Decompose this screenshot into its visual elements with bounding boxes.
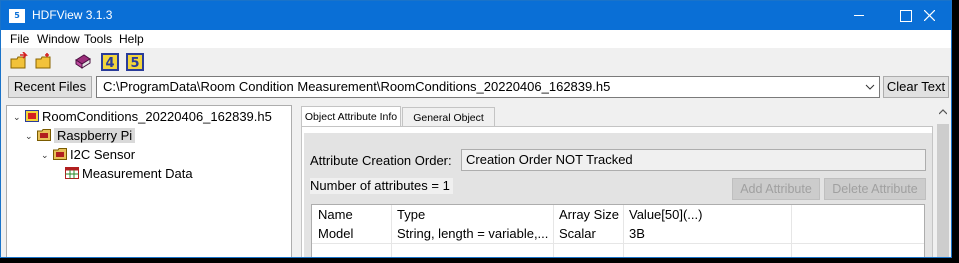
path-bar: Recent Files C:\ProgramData\Room Conditi… [1, 75, 951, 101]
object-info-panel: Object Attribute Info General Object Inf… [299, 105, 951, 257]
expander-icon[interactable]: ⌄ [25, 127, 37, 145]
clear-text-button[interactable]: Clear Text [883, 76, 949, 98]
creation-order-label: Attribute Creation Order: [310, 153, 452, 168]
close-icon [924, 10, 935, 21]
expander-icon[interactable]: ⌄ [13, 108, 25, 126]
column-divider [791, 205, 792, 257]
tree-item-raspberry-pi[interactable]: ⌄ Raspberry Pi [25, 127, 136, 145]
recent-files-button[interactable]: Recent Files [8, 76, 92, 98]
menu-file[interactable]: File [10, 32, 29, 46]
svg-text:4: 4 [105, 56, 114, 71]
table-cell[interactable]: Model [312, 224, 391, 243]
row-divider [312, 243, 924, 244]
tree-item-label: I2C Sensor [70, 147, 136, 162]
scrollbar-thumb[interactable] [937, 124, 949, 257]
chevron-down-icon[interactable] [865, 77, 875, 97]
tab-content: Attribute Creation Order: Creation Order… [301, 126, 933, 257]
vertical-scrollbar[interactable] [935, 105, 951, 257]
file-path-value: C:\ProgramData\Room Condition Measuremen… [103, 79, 611, 94]
menu-tools[interactable]: Tools [84, 32, 112, 46]
hdf4-library-button[interactable]: 4 [100, 52, 120, 72]
svg-text:5: 5 [130, 56, 139, 71]
tree-item-label: Raspberry Pi [54, 128, 136, 143]
close-button[interactable] [907, 1, 951, 30]
open-file-button[interactable] [9, 51, 29, 72]
open-folder-button[interactable] [34, 52, 54, 72]
scroll-up-icon[interactable] [939, 109, 947, 115]
hdfview-app-icon: 5 [9, 9, 25, 23]
file-tree: ⌄ RoomConditions_20220406_162839.h5 ⌄ Ra… [6, 105, 292, 257]
table-cell[interactable]: 3B [623, 224, 791, 243]
menu-help[interactable]: Help [119, 32, 144, 46]
dataset-table-icon [65, 167, 79, 179]
tree-item-label: RoomConditions_20220406_162839.h5 [42, 109, 272, 124]
hdf5-library-icon: 5 [126, 53, 144, 71]
panel-splitter[interactable] [294, 105, 297, 257]
attribute-count: Number of attributes = 1 [310, 178, 453, 194]
hdfview-window: 5 HDFView 3.1.3 File Window Tools Help 4… [0, 0, 952, 258]
file-path-combo[interactable]: C:\ProgramData\Room Condition Measuremen… [96, 76, 880, 98]
hdf5-library-button[interactable]: 5 [125, 52, 145, 72]
tab-object-attribute-info[interactable]: Object Attribute Info [301, 106, 401, 127]
hdf4-library-icon: 4 [101, 53, 119, 71]
user-guide-button[interactable] [73, 52, 93, 72]
column-header-type[interactable]: Type [391, 205, 553, 224]
open-folder-icon [35, 53, 51, 69]
table-cell[interactable]: String, length = variable,... [391, 224, 553, 243]
tree-item-measurement-data[interactable]: Measurement Data [65, 165, 193, 183]
attribute-table: Name Type Array Size Value[50](...) Mode… [311, 204, 925, 257]
open-file-icon [10, 51, 28, 69]
table-cell[interactable]: Scalar [553, 224, 623, 243]
delete-attribute-button[interactable]: Delete Attribute [824, 178, 926, 200]
attribute-area: Attribute Creation Order: Creation Order… [304, 133, 932, 257]
hdf5-file-icon [25, 110, 39, 122]
add-attribute-button[interactable]: Add Attribute [732, 178, 820, 200]
tree-item-i2c-sensor[interactable]: ⌄ I2C Sensor [41, 146, 135, 164]
tree-item-file[interactable]: ⌄ RoomConditions_20220406_162839.h5 [13, 108, 272, 126]
tab-general-object-info[interactable]: General Object Info [402, 107, 495, 144]
group-folder-icon [37, 129, 51, 141]
tree-item-label: Measurement Data [82, 166, 193, 181]
menu-bar: File Window Tools Help [1, 30, 951, 48]
user-guide-icon [75, 54, 91, 69]
title-bar[interactable]: 5 HDFView 3.1.3 [1, 1, 951, 30]
expander-icon[interactable]: ⌄ [41, 146, 53, 164]
column-header-name[interactable]: Name [312, 205, 391, 224]
group-folder-icon [53, 148, 67, 160]
creation-order-field: Creation Order NOT Tracked [461, 149, 926, 171]
minimize-button[interactable] [836, 1, 882, 30]
menu-window[interactable]: Window [37, 32, 80, 46]
column-header-array-size[interactable]: Array Size [553, 205, 623, 224]
toolbar: 4 5 [1, 48, 951, 75]
window-title: HDFView 3.1.3 [32, 8, 113, 22]
column-header-value[interactable]: Value[50](...) [623, 205, 791, 224]
